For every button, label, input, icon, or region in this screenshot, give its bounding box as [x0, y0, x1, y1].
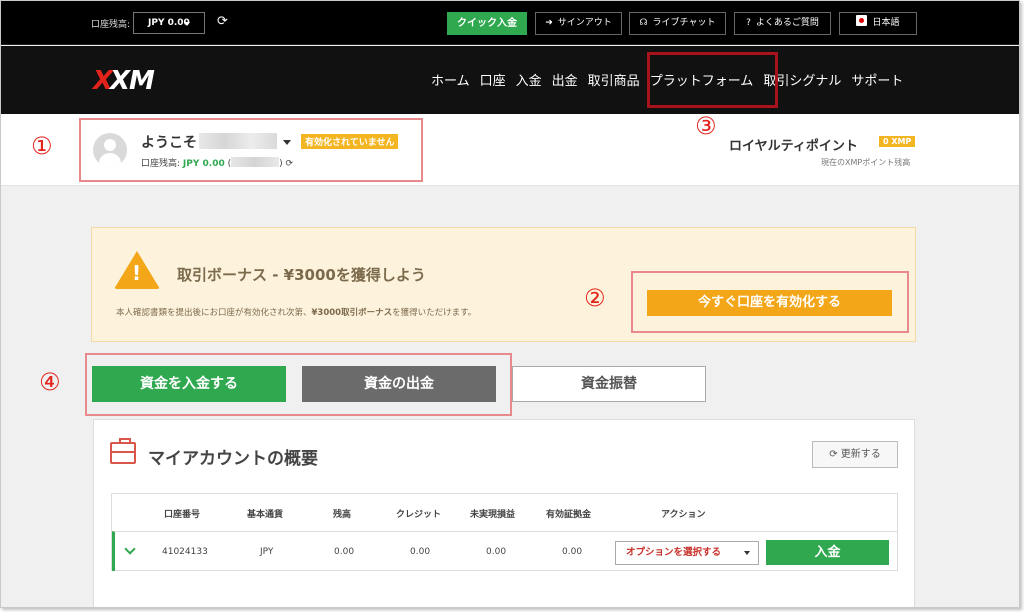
status-badge: 有効化されていません: [301, 134, 399, 149]
refresh-icon: ⟳: [829, 449, 838, 460]
logo-m-mark: XM: [110, 66, 155, 96]
cell-credit: 0.00: [410, 547, 431, 557]
live-chat-button[interactable]: ☊ ライブチャット: [629, 12, 726, 35]
browser-window: 口座残高: JPY 0.00 ⟳ クイック入金 ➜ サインアウト ☊ ライブチャット…: [0, 0, 1020, 608]
bonus-text-pre: 本人確認書類を提出後にお口座が有効化され次第、: [116, 308, 312, 318]
overview-title: マイアカウントの概要: [148, 449, 318, 469]
main-nav: X XM ホーム 口座 入金 出金 取引商品 プラットフォーム 取引シグナル サ…: [1, 46, 1019, 114]
currency-balance-dropdown[interactable]: JPY 0.00: [133, 12, 205, 34]
annotation-1: ①: [31, 132, 53, 160]
welcome-text: ようこそ: [141, 135, 197, 151]
bonus-text-bold: ¥3000取引ボーナス: [311, 308, 393, 318]
annotation-2: ②: [584, 284, 606, 312]
profile-highlight-box: ようこそ 有効化されていません 口座残高: JPY 0.00 () ⟳: [79, 118, 423, 182]
faq-label: よくあるご質問: [755, 18, 819, 28]
col-header-unrealized: 未実現損益: [470, 510, 516, 520]
cell-unrealized: 0.00: [486, 547, 507, 557]
signout-icon: ➜: [545, 18, 553, 28]
top-bar: 口座残高: JPY 0.00 ⟳ クイック入金 ➜ サインアウト ☊ ライブチャット…: [1, 1, 1019, 45]
profile-strip: ① ようこそ 有効化されていません 口座残高: JPY 0.00 () ⟳ ③ …: [1, 112, 1019, 186]
bonus-banner: ! 取引ボーナス - ¥3000を獲得しよう 本人確認書類を提出後にお口座が有効…: [91, 227, 916, 342]
caret-down-icon: [184, 22, 190, 26]
nav-item-support[interactable]: サポート: [851, 70, 903, 89]
col-header-equity: 有効証拠金: [546, 510, 592, 520]
caret-down-icon[interactable]: [283, 140, 291, 145]
loyalty-title: ロイヤルティポイント: [729, 139, 858, 154]
chevron-down-icon[interactable]: [124, 543, 136, 555]
refresh-label: 更新する: [840, 449, 881, 460]
blurred-account-id: [231, 157, 280, 167]
bonus-title: 取引ボーナス - ¥3000を獲得しよう: [177, 266, 426, 284]
option-select[interactable]: オプションを選択する: [615, 541, 759, 565]
activate-account-button[interactable]: 今すぐ口座を有効化する: [647, 290, 892, 316]
faq-button[interactable]: ? よくあるご質問: [734, 12, 831, 35]
live-chat-label: ライブチャット: [652, 18, 716, 28]
col-header-balance: 残高: [333, 510, 352, 520]
balance-label: 口座残高:: [91, 20, 131, 30]
platform-highlight-box: [647, 52, 778, 108]
nav-item-deposit[interactable]: 入金: [516, 70, 542, 89]
nav-item-home[interactable]: ホーム: [431, 70, 470, 89]
cell-equity: 0.00: [562, 547, 583, 557]
question-icon: ?: [746, 18, 751, 28]
table-row: 41024133 JPY 0.00 0.00 0.00 0.00 オプションを選…: [112, 531, 897, 571]
transfer-funds-button[interactable]: 資金振替: [512, 366, 706, 402]
nav-item-products[interactable]: 取引商品: [588, 70, 640, 89]
annotation-4: ④: [39, 368, 61, 396]
col-header-account-no: 口座番号: [164, 510, 201, 520]
language-label: 日本語: [872, 18, 900, 28]
nav-item-withdrawal[interactable]: 出金: [552, 70, 578, 89]
loyalty-badge: 0 XMP: [879, 136, 916, 147]
col-header-action: アクション: [661, 510, 706, 520]
blurred-username: [199, 133, 277, 149]
balance-label: 口座残高:: [141, 159, 181, 169]
language-selector[interactable]: 日本語: [839, 12, 917, 35]
japan-flag-icon: [856, 15, 868, 26]
paren-close: ): [279, 159, 283, 169]
cell-account-no: 41024133: [162, 547, 208, 557]
signout-button[interactable]: ➜ サインアウト: [535, 12, 622, 35]
caret-down-icon: [744, 551, 750, 555]
deposit-funds-button[interactable]: 資金を入金する: [92, 366, 286, 402]
refresh-icon[interactable]: ⟳: [217, 14, 228, 29]
withdraw-funds-button[interactable]: 資金の出金: [302, 366, 496, 402]
accounts-table: 口座番号 基本通貨 残高 クレジット 未実現損益 有効証拠金 アクション 410…: [111, 493, 898, 571]
warning-exclamation: !: [132, 261, 142, 285]
annotation-3: ③: [695, 112, 717, 140]
cell-balance: 0.00: [334, 547, 355, 557]
cell-currency: JPY: [260, 547, 274, 557]
avatar[interactable]: [93, 133, 127, 167]
refresh-icon[interactable]: ⟳: [286, 159, 294, 169]
account-overview-panel: マイアカウントの概要 ⟳ 更新する 口座番号 基本通貨 残高 クレジット 未実現…: [93, 419, 915, 607]
option-select-label: オプションを選択する: [626, 547, 722, 558]
quick-deposit-button[interactable]: クイック入金: [447, 12, 527, 35]
account-balance-row: 口座残高: JPY 0.00 () ⟳: [141, 156, 293, 169]
col-header-credit: クレジット: [396, 510, 442, 520]
headset-icon: ☊: [639, 18, 648, 28]
col-header-currency: 基本通貨: [247, 510, 284, 520]
loyalty-subtext: 現在のXMPポイント残高: [821, 158, 911, 167]
row-deposit-button[interactable]: 入金: [766, 540, 889, 565]
refresh-button[interactable]: ⟳ 更新する: [812, 441, 898, 468]
nav-item-account[interactable]: 口座: [480, 70, 506, 89]
signout-label: サインアウト: [557, 18, 612, 28]
balance-value: JPY 0.00: [182, 159, 225, 169]
bonus-text-post: を獲得いただけます。: [392, 308, 477, 318]
bonus-text: 本人確認書類を提出後にお口座が有効化され次第、¥3000取引ボーナスを獲得いただ…: [116, 306, 476, 318]
briefcase-icon: [110, 438, 136, 464]
